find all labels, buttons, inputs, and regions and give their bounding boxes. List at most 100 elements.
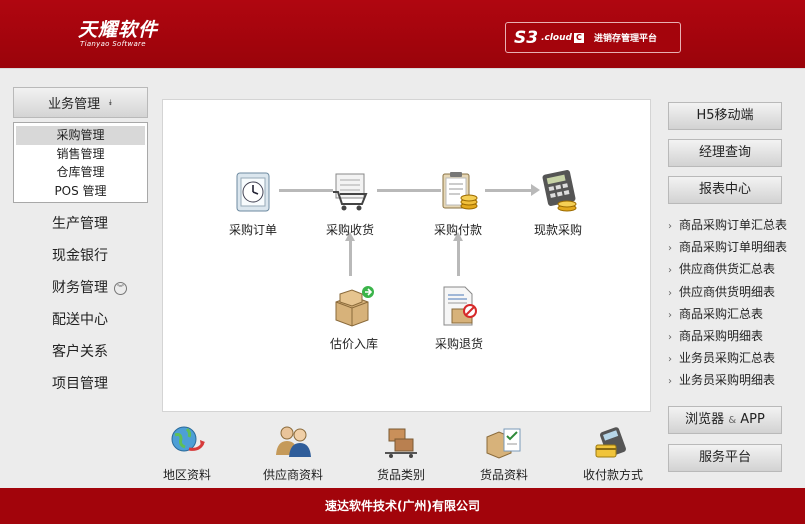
report-item-label: 商品采购汇总表 (679, 306, 764, 321)
nav-production[interactable]: 生产管理 (13, 208, 148, 240)
nav-finance[interactable]: 财务管理 ︾ (13, 272, 148, 304)
nav-customer-label: 客户关系 (52, 344, 108, 360)
chevron-right-icon: › (668, 354, 672, 366)
document-return-icon (443, 286, 477, 326)
flow-purchase-return[interactable]: 采购退货 (419, 284, 499, 352)
platform-c-icon: C (573, 32, 584, 43)
nav-distribution[interactable]: 配送中心 (13, 304, 148, 336)
submenu-item-purchase[interactable]: 采购管理 (16, 126, 145, 145)
card-terminal-icon (595, 427, 626, 458)
browser-app-button[interactable]: 浏览器 & APP (668, 406, 782, 434)
nav-customer[interactable]: 客户关系 (13, 336, 148, 368)
header-bar: 天耀软件 Tianyao Software S3 .cloud C 进销存管理平… (0, 0, 805, 68)
purchase-flow-panel: 采购订单 采购收货 采购付款 现款采购 估价入库 采购退货 (162, 99, 651, 412)
report-item[interactable]: › 供应商供货汇总表 (668, 258, 798, 280)
platform-s3: S3 (514, 27, 539, 48)
report-item-label: 业务员采购明细表 (679, 373, 776, 388)
payment-method-label: 收付款方式 (582, 468, 643, 482)
circle-chevron-down-icon[interactable]: ︾ (114, 281, 127, 295)
basic-data-links: 地区资料 供应商资料 货品类别 货品资料 收付款方式 (156, 413, 651, 487)
people-icon (276, 426, 311, 457)
company-logo: 天耀软件 Tianyao Software (78, 20, 158, 48)
service-platform-label: 服务平台 (698, 450, 751, 465)
chevron-right-icon: › (668, 376, 672, 388)
logo-chinese-text: 天耀软件 (78, 19, 159, 41)
footer-company: 速达软件技术(广州)有限公司 (325, 499, 480, 513)
chevron-right-icon: › (668, 331, 672, 343)
payment-method-link[interactable]: 收付款方式 (573, 423, 653, 483)
flow-estimate-stock-in-label: 估价入库 (329, 337, 378, 351)
h5-mobile-button[interactable]: H5移动端 (668, 102, 782, 130)
globe-arrow-icon (171, 426, 205, 452)
left-nav: 生产管理 现金银行 财务管理 ︾ 配送中心 客户关系 项目管理 (13, 208, 148, 400)
ampersand: & (728, 415, 737, 426)
browser-label: 浏览器 (685, 412, 725, 427)
report-item[interactable]: › 业务员采购汇总表 (668, 347, 798, 369)
goods-category-link[interactable]: 货品类别 (356, 423, 446, 483)
flow-purchase-receive[interactable]: 采购收货 (310, 170, 390, 238)
submenu-item-sales[interactable]: 销售管理 (16, 145, 145, 164)
platform-badge: S3 .cloud C 进销存管理平台 (505, 22, 681, 53)
nav-cash-bank-label: 现金银行 (52, 248, 108, 264)
logo-english-text: Tianyao Software (80, 40, 146, 48)
box-stock-in-icon (335, 286, 374, 327)
service-platform-button[interactable]: 服务平台 (668, 444, 782, 472)
supplier-data-link[interactable]: 供应商资料 (248, 423, 338, 483)
nav-distribution-label: 配送中心 (52, 312, 108, 328)
chevron-double-down-icon: ⯯ (108, 97, 113, 107)
flow-purchase-order[interactable]: 采购订单 (213, 170, 293, 238)
goods-category-label: 货品类别 (376, 468, 425, 482)
flow-purchase-pay-label: 采购付款 (433, 223, 482, 237)
flow-connector (349, 240, 352, 276)
shopping-cart-icon (333, 173, 368, 211)
submenu-item-pos[interactable]: POS 管理 (16, 182, 145, 201)
report-item[interactable]: › 商品采购订单明细表 (668, 236, 798, 258)
submenu-item-warehouse[interactable]: 仓库管理 (16, 163, 145, 182)
report-item-label: 商品采购订单汇总表 (679, 218, 788, 232)
nav-cash-bank[interactable]: 现金银行 (13, 240, 148, 272)
report-item-label: 供应商供货明细表 (679, 284, 776, 299)
report-item-label: 业务员采购汇总表 (679, 351, 776, 366)
chevron-right-icon: › (668, 243, 672, 255)
calculator-coins-icon (542, 169, 577, 212)
platform-cloud: .cloud (541, 32, 572, 43)
flow-connector (457, 240, 460, 276)
business-management-button[interactable]: 业务管理 ⯯ (13, 87, 148, 118)
order-clock-icon (236, 172, 270, 212)
clipboard-coins-icon (442, 172, 478, 210)
region-data-link[interactable]: 地区资料 (142, 423, 232, 483)
flow-cash-purchase-label: 现款采购 (533, 223, 582, 237)
region-data-label: 地区资料 (162, 468, 211, 482)
report-item[interactable]: › 商品采购明细表 (668, 325, 798, 347)
report-item[interactable]: › 商品采购汇总表 (668, 303, 798, 325)
h5-mobile-label: H5移动端 (696, 108, 754, 123)
flow-purchase-order-label: 采购订单 (228, 223, 277, 237)
business-submenu: 采购管理 销售管理 仓库管理 POS 管理 (13, 122, 148, 203)
manager-query-button[interactable]: 经理查询 (668, 139, 782, 167)
flow-estimate-stock-in[interactable]: 估价入库 (314, 284, 394, 352)
chevron-right-icon: › (668, 221, 672, 232)
nav-production-label: 生产管理 (52, 216, 108, 232)
chevron-right-icon: › (668, 287, 672, 299)
flow-purchase-return-label: 采购退货 (434, 337, 483, 351)
goods-data-link[interactable]: 货品资料 (459, 423, 549, 483)
goods-data-label: 货品资料 (479, 468, 528, 482)
report-item[interactable]: › 供应商供货明细表 (668, 281, 798, 303)
platform-name: 进销存管理平台 (593, 34, 657, 44)
report-center-label: 报表中心 (698, 182, 751, 197)
report-item-label: 供应商供货汇总表 (679, 262, 776, 277)
nav-project[interactable]: 项目管理 (13, 368, 148, 400)
report-item[interactable]: › 业务员采购明细表 (668, 369, 798, 391)
nav-finance-label: 财务管理 (52, 280, 108, 296)
business-management-label: 业务管理 (48, 97, 101, 112)
report-center-button[interactable]: 报表中心 (668, 176, 782, 204)
app-label: APP (740, 412, 765, 427)
report-list: › 商品采购订单汇总表 › 商品采购订单明细表 › 供应商供货汇总表 › 供应商供货明细… (668, 214, 798, 392)
flow-cash-purchase[interactable]: 现款采购 (518, 169, 598, 238)
flow-purchase-pay[interactable]: 采购付款 (418, 170, 498, 238)
boxes-cart-icon (385, 428, 417, 458)
box-checklist-icon (486, 428, 521, 459)
header-divider (0, 68, 805, 69)
chevron-right-icon: › (668, 309, 672, 321)
report-item[interactable]: › 商品采购订单汇总表 (668, 214, 798, 236)
